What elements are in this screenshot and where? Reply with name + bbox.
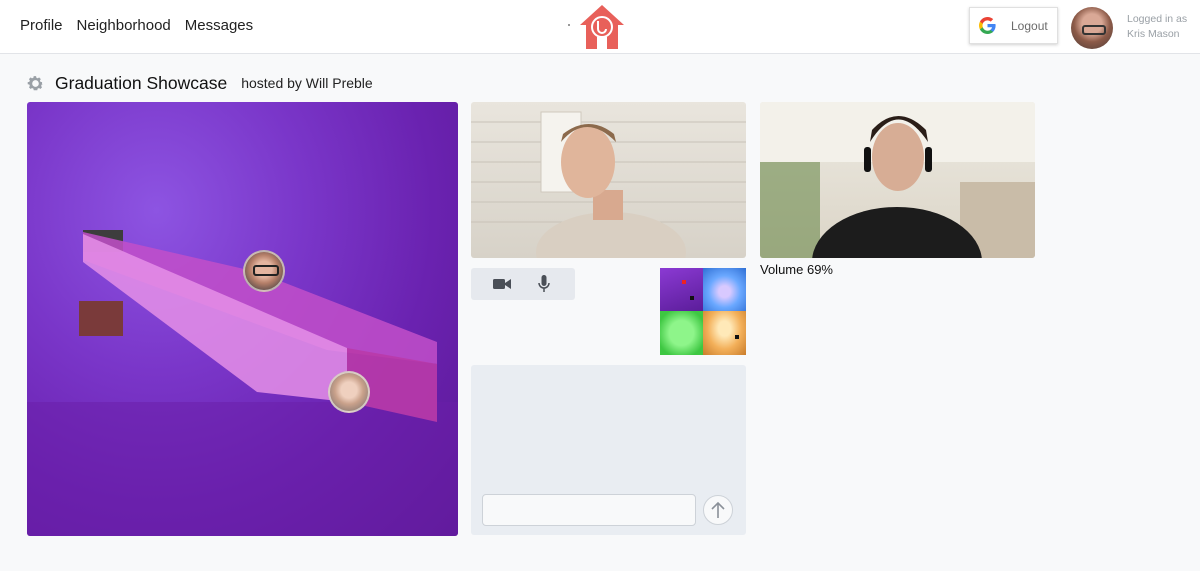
video-feed-peer[interactable]: [760, 102, 1035, 258]
user-avatar[interactable]: [1071, 7, 1113, 49]
room-minimap[interactable]: [660, 268, 746, 355]
camera-toggle-button[interactable]: [493, 275, 511, 293]
minimap-room-blue[interactable]: [703, 268, 746, 311]
mic-toggle-button[interactable]: [535, 275, 553, 293]
nav-profile-link[interactable]: Profile: [20, 17, 63, 34]
chat-panel: [471, 365, 746, 535]
video-camera-icon: [493, 279, 511, 289]
top-navbar: Profile Neighborhood Messages Logout Log…: [0, 0, 1200, 54]
logout-label: Logout: [1011, 18, 1048, 33]
room-3d-scene[interactable]: [27, 102, 458, 536]
minimap-room-purple[interactable]: [660, 268, 703, 311]
minimap-room-green[interactable]: [660, 311, 703, 355]
room-title: Graduation Showcase: [55, 72, 228, 93]
arrow-up-icon: [711, 501, 725, 518]
logout-button[interactable]: Logout: [969, 7, 1058, 44]
main-nav: Profile Neighborhood Messages: [20, 17, 253, 34]
nav-neighborhood-link[interactable]: Neighborhood: [77, 17, 171, 34]
send-button[interactable]: [703, 495, 733, 525]
microphone-icon: [538, 275, 550, 292]
house-logo-icon[interactable]: [578, 3, 626, 51]
room-header: Graduation Showcase hosted by Will Prebl…: [26, 72, 373, 94]
video-feed-self-image: [471, 111, 746, 258]
user-name: Kris Mason: [1127, 28, 1180, 40]
video-feed-self[interactable]: [471, 102, 746, 258]
avatar-head-will[interactable]: [328, 371, 370, 413]
logged-in-label: Logged in as: [1127, 13, 1188, 25]
google-g-icon: [979, 17, 996, 34]
login-info: Logged in as Kris Mason: [1127, 12, 1187, 42]
volume-label: Volume 69%: [760, 262, 833, 277]
gear-icon[interactable]: [26, 74, 45, 93]
nav-messages-link[interactable]: Messages: [185, 17, 253, 34]
scene-geometry: [27, 230, 458, 536]
chat-input[interactable]: [482, 494, 696, 526]
minimap-room-orange[interactable]: [703, 311, 746, 355]
scene-brown-block: [79, 301, 123, 336]
room-host: hosted by Will Preble: [241, 75, 373, 91]
avatar-head-kris[interactable]: [243, 250, 285, 292]
logo-dot: [568, 24, 570, 26]
media-controls: [471, 268, 575, 300]
video-feed-peer-image: [760, 102, 1035, 258]
